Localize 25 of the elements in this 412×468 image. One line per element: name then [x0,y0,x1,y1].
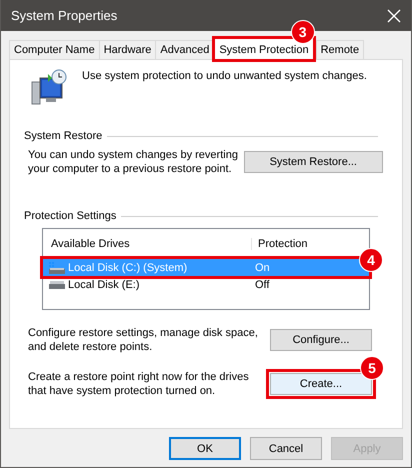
group-title: System Restore [24,130,102,142]
description-text: Configure restore settings, manage disk space, and delete restore points. [28,326,259,354]
system-drive-icon [49,262,65,274]
drive-name: Local Disk (C:) (System) [68,262,188,274]
description-text: Create a restore point right now for the drives that have system protection turned on. [28,370,250,398]
drive-row[interactable]: Local Disk (E:) Off [43,276,369,293]
dialog-button[interactable]: OK [169,437,241,460]
tab[interactable]: System Protection [214,38,314,60]
protection-status: Off [254,278,270,290]
close-icon[interactable] [387,8,401,22]
intro-text: Use system protection to undo unwanted system changes. [82,70,367,82]
description-text: You can undo system changes by reverting your computer to a previous restore point. [28,148,239,176]
tab[interactable]: Computer Name [9,40,100,59]
window-title: System Properties [11,8,118,23]
dialog-button[interactable]: Cancel [250,437,322,460]
group-title: Protection Settings [24,210,116,222]
column-header[interactable]: Available Drives [43,238,251,250]
drive-name: Local Disk (E:) [68,278,140,290]
system-restore-button[interactable]: System Restore... [244,151,383,173]
protection-status: On [254,262,271,274]
action-button[interactable]: Configure... [270,329,372,351]
step-badge: 5 [360,356,384,380]
drive-icon [49,280,65,288]
step-badge: 4 [359,248,383,272]
tab[interactable]: Remote [316,40,364,59]
